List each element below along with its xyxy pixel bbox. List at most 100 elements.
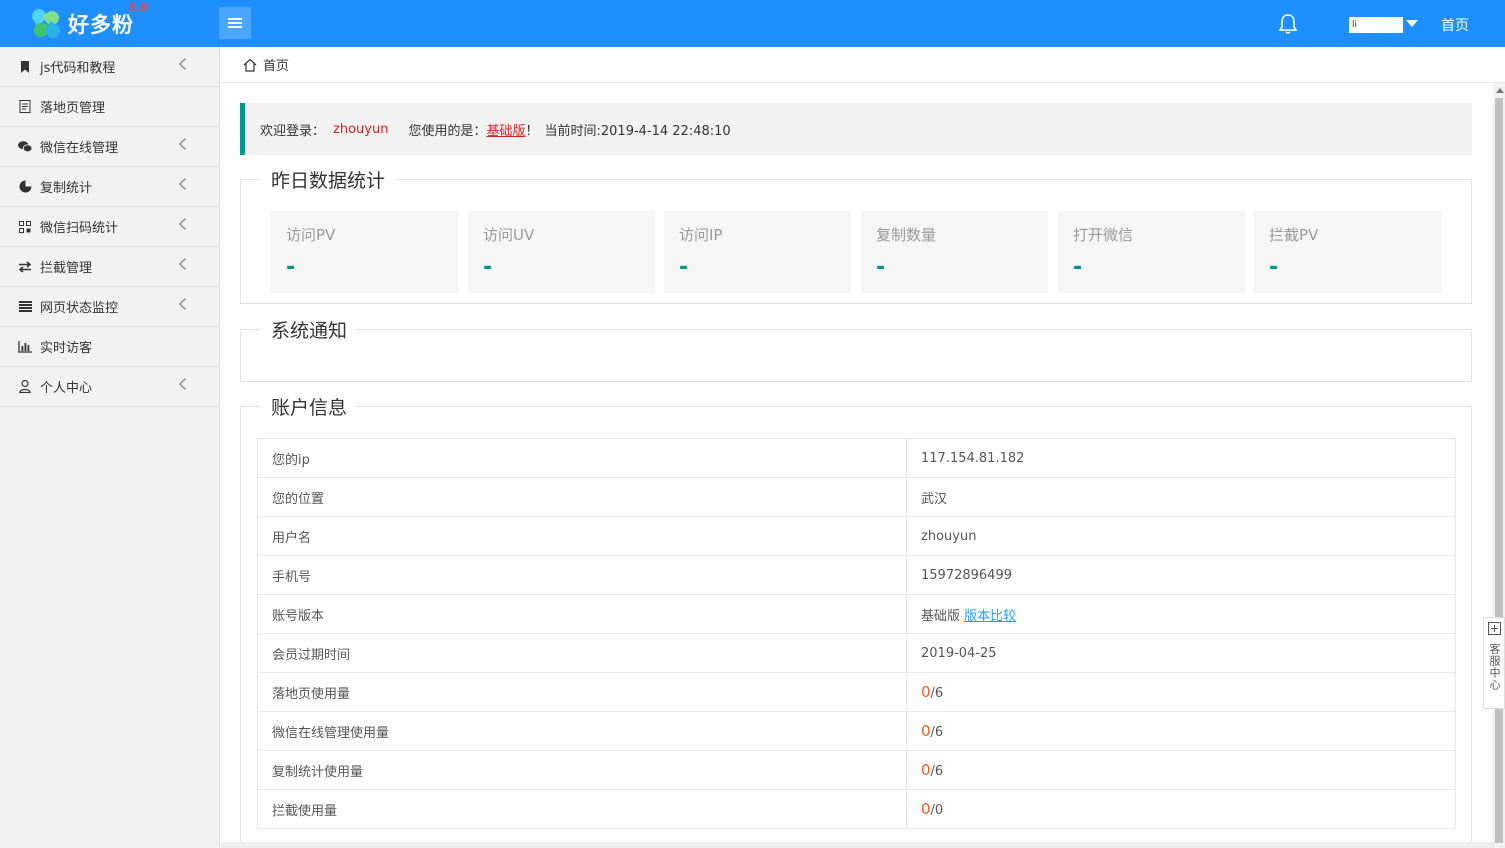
sidebar-item-copy-stats[interactable]: 复制统计 — [0, 167, 219, 207]
row-key: 落地页使用量 — [257, 672, 907, 712]
row-value: 117.154.81.182 — [906, 438, 1456, 478]
wechat-icon — [18, 140, 32, 154]
stat-value: - — [1269, 255, 1279, 280]
sidebar: js代码和教程 落地页管理 微信在线管理 复制统计 微信扫码统计 拦截管理 网页… — [0, 47, 220, 848]
stat-card-uv: 访问UV - — [468, 211, 655, 293]
sidebar-item-wechat-scan[interactable]: 微信扫码统计 — [0, 207, 219, 247]
sidebar-item-label: 个人中心 — [40, 381, 93, 396]
breadcrumb: 首页 — [221, 47, 1505, 83]
stat-value: - — [286, 255, 296, 280]
stat-value: - — [876, 255, 886, 280]
plus-box-icon[interactable] — [1487, 622, 1501, 635]
row-key: 手机号 — [257, 555, 907, 595]
table-row: 拦截使用量 0/0 — [257, 789, 1456, 829]
stat-card-copy: 复制数量 - — [861, 211, 1048, 293]
logo[interactable]: 好多粉 3.0 — [28, 1, 148, 44]
customer-service-widget[interactable]: 客服中心 — [1483, 617, 1505, 709]
stat-card-pv: 访问PV - — [271, 211, 458, 293]
swap-icon — [18, 260, 32, 274]
top-header: 好多粉 3.0 li 首页 — [0, 0, 1505, 47]
stat-card-intercept-pv: 拦截PV - — [1254, 211, 1441, 293]
sidebar-item-page-monitor[interactable]: 网页状态监控 — [0, 287, 219, 327]
version-compare-link[interactable]: 版本比较 — [964, 609, 1016, 624]
row-key: 用户名 — [257, 516, 907, 556]
chevron-left-icon — [179, 258, 191, 270]
sidebar-item-label: 复制统计 — [40, 181, 93, 196]
stat-label: 打开微信 — [1073, 226, 1134, 244]
row-value: 0/0 — [906, 789, 1456, 829]
stat-value: - — [1073, 255, 1083, 280]
home-icon[interactable] — [243, 58, 257, 72]
sidebar-item-intercept[interactable]: 拦截管理 — [0, 247, 219, 287]
table-row: 您的ip 117.154.81.182 — [257, 438, 1456, 478]
bar-chart-icon — [18, 340, 32, 354]
sidebar-item-wechat-online[interactable]: 微信在线管理 — [0, 127, 219, 167]
logo-text: 好多粉 — [68, 13, 134, 37]
user-menu[interactable]: li — [1349, 17, 1403, 33]
stat-value: - — [679, 255, 689, 280]
stat-card-ip: 访问IP - — [664, 211, 851, 293]
list-icon — [18, 300, 32, 314]
row-value: 0/6 — [906, 672, 1456, 712]
sidebar-item-label: 微信在线管理 — [40, 141, 119, 156]
customer-service-label: 客服中心 — [1488, 643, 1501, 691]
stat-label: 访问UV — [483, 226, 535, 244]
user-icon — [18, 380, 32, 394]
usage-used: 0 — [921, 761, 931, 779]
menu-toggle-button[interactable] — [219, 7, 251, 39]
sidebar-item-label: 落地页管理 — [40, 101, 106, 116]
table-row: 微信在线管理使用量 0/6 — [257, 711, 1456, 751]
qrcode-icon — [18, 220, 32, 234]
row-key: 账号版本 — [257, 594, 907, 634]
usage-total: /6 — [930, 686, 944, 701]
table-row: 手机号 15972896499 — [257, 555, 1456, 595]
scroll-up-arrow-icon[interactable] — [1496, 88, 1504, 93]
sidebar-item-js-code[interactable]: js代码和教程 — [0, 47, 219, 87]
welcome-prefix: 欢迎登录： — [260, 123, 326, 139]
caret-down-icon[interactable] — [1406, 20, 1418, 27]
sidebar-item-label: 网页状态监控 — [40, 301, 119, 316]
sidebar-item-landing-page[interactable]: 落地页管理 — [0, 87, 219, 127]
version-suffix: ！ — [525, 123, 539, 139]
row-key: 微信在线管理使用量 — [257, 711, 907, 751]
row-key: 会员过期时间 — [257, 633, 907, 673]
row-key: 拦截使用量 — [257, 789, 907, 829]
chevron-left-icon — [179, 58, 191, 70]
page-icon — [18, 100, 32, 114]
stat-card-open-wechat: 打开微信 - — [1058, 211, 1245, 293]
account-version: 基础版 — [921, 608, 961, 624]
bell-icon[interactable] — [1278, 13, 1298, 35]
sidebar-item-realtime-visitors[interactable]: 实时访客 — [0, 327, 219, 367]
stat-label: 拦截PV — [1269, 226, 1319, 244]
breadcrumb-home[interactable]: 首页 — [263, 55, 289, 74]
table-row: 您的位置 武汉 — [257, 477, 1456, 517]
version-link[interactable]: 基础版 — [486, 120, 525, 139]
scrollbar-thumb[interactable] — [1495, 98, 1503, 843]
row-value: 基础版 版本比较 — [906, 594, 1456, 634]
sidebar-item-label: 实时访客 — [40, 341, 93, 356]
usage-total: /0 — [930, 803, 944, 818]
row-value: 2019-04-25 — [906, 633, 1456, 673]
panel-title: 昨日数据统计 — [271, 170, 386, 192]
usage-used: 0 — [921, 800, 931, 818]
row-value: 武汉 — [906, 477, 1456, 517]
row-value: 15972896499 — [906, 555, 1456, 595]
chevron-left-icon — [179, 218, 191, 230]
usage-total: /6 — [930, 725, 944, 740]
table-row: 账号版本 基础版 版本比较 — [257, 594, 1456, 634]
stat-value: - — [483, 255, 493, 280]
hamburger-icon — [228, 18, 242, 28]
current-time: 当前时间:2019-4-14 22:48:10 — [544, 123, 731, 139]
sidebar-item-personal-center[interactable]: 个人中心 — [0, 367, 219, 407]
table-row: 落地页使用量 0/6 — [257, 672, 1456, 712]
panel-title: 系统通知 — [271, 320, 348, 342]
pie-chart-icon — [18, 180, 32, 194]
stat-label: 访问IP — [679, 226, 723, 244]
chevron-left-icon — [179, 378, 191, 390]
clover-logo-icon — [28, 6, 64, 42]
horizontal-scrollbar[interactable] — [221, 842, 1493, 848]
sidebar-item-label: js代码和教程 — [40, 61, 116, 76]
top-home-link[interactable]: 首页 — [1441, 15, 1469, 35]
welcome-banner: 欢迎登录： zhouyun 您使用的是： 基础版 ！ 当前时间:2019-4-1… — [240, 103, 1472, 155]
usage-used: 0 — [921, 722, 931, 740]
